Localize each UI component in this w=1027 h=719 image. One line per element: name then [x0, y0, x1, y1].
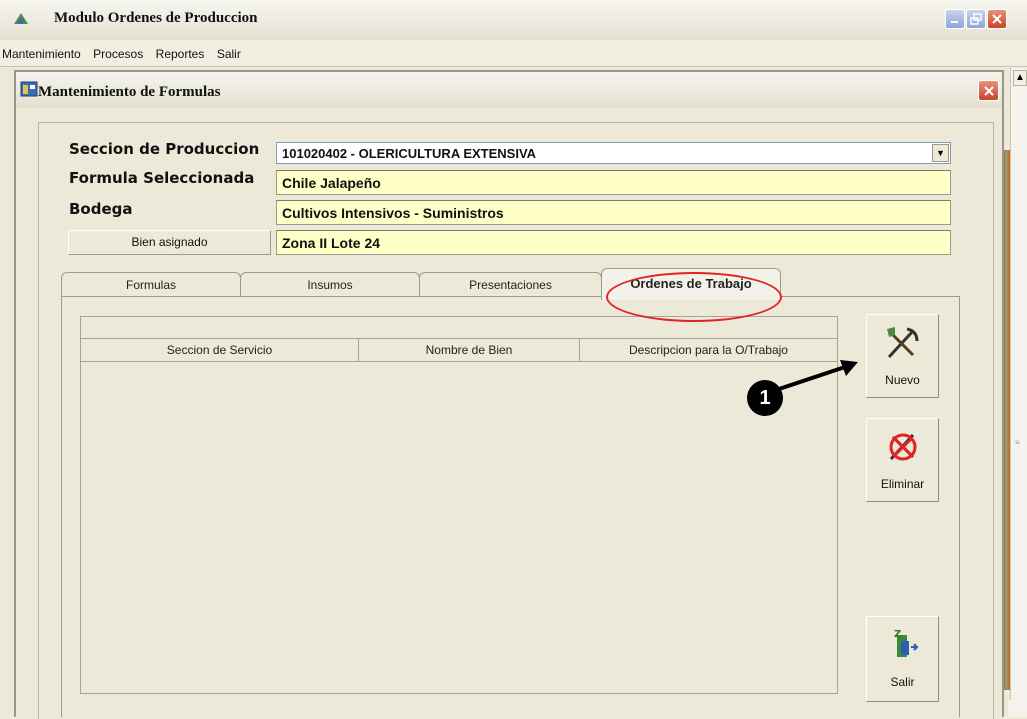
shovel-pick-icon — [887, 327, 919, 359]
bien-asignado-button[interactable]: Bien asignado — [68, 230, 271, 255]
form-window-icon — [20, 81, 38, 97]
close-icon — [992, 14, 1002, 24]
eliminar-button[interactable]: Eliminar — [866, 418, 939, 502]
annotation-arrow-icon — [775, 360, 858, 392]
menu-salir[interactable]: Salir — [213, 40, 245, 66]
minimize-icon — [951, 21, 958, 23]
seccion-dropdown[interactable]: 101020402 - OLERICULTURA EXTENSIVA ▼ — [276, 142, 951, 164]
restore-icon — [970, 13, 982, 25]
bien-field: Zona II Lote 24 — [276, 230, 951, 255]
app-title: Modulo Ordenes de Produccion — [54, 10, 258, 26]
tab-formulas[interactable]: Formulas — [61, 272, 241, 298]
formula-value: Chile Jalapeño — [282, 175, 381, 191]
scroll-grip-icon: ≡ — [1015, 438, 1020, 447]
scroll-corner — [1008, 700, 1027, 717]
chevron-down-icon[interactable]: ▼ — [932, 144, 949, 162]
child-close-button[interactable] — [978, 80, 999, 101]
nuevo-label: Nuevo — [885, 373, 920, 387]
formula-field: Chile Jalapeño — [276, 170, 951, 195]
close-button[interactable] — [987, 9, 1007, 29]
menu-procesos[interactable]: Procesos — [89, 40, 147, 66]
grid-header: Seccion de Servicio Nombre de Bien Descr… — [81, 338, 837, 362]
menu-reportes[interactable]: Reportes — [152, 40, 209, 66]
nuevo-button[interactable]: Nuevo — [866, 314, 939, 398]
minimize-button[interactable] — [945, 9, 965, 29]
eliminar-label: Eliminar — [880, 477, 925, 491]
svg-text:Z: Z — [894, 629, 901, 640]
bodega-label: Bodega — [69, 200, 133, 218]
bodega-field: Cultivos Intensivos - Suministros — [276, 200, 951, 225]
callout-badge: 1 — [747, 380, 783, 416]
app-titlebar: Modulo Ordenes de Produccion — [0, 0, 1027, 41]
tab-insumos[interactable]: Insumos — [240, 272, 420, 298]
outer-scrollbar[interactable]: ▲ ≡ — [1010, 68, 1027, 717]
column-header[interactable]: Seccion de Servicio — [81, 339, 359, 361]
close-icon — [983, 85, 994, 96]
ordenes-grid[interactable]: Seccion de Servicio Nombre de Bien Descr… — [80, 316, 838, 694]
child-titlebar: Mantenimiento de Formulas — [16, 72, 1002, 108]
formula-label: Formula Seleccionada — [69, 169, 255, 187]
child-title: Mantenimiento de Formulas — [38, 84, 221, 100]
app-icon — [14, 13, 28, 24]
scroll-up-arrow-icon[interactable]: ▲ — [1013, 70, 1027, 86]
highlight-circle — [606, 272, 782, 322]
exit-door-icon: Z — [894, 629, 919, 657]
background-window-edge — [1003, 150, 1010, 690]
salir-button[interactable]: Z Salir — [866, 616, 939, 702]
menu-mantenimiento[interactable]: Mantenimiento — [0, 40, 85, 66]
bodega-value: Cultivos Intensivos - Suministros — [282, 205, 504, 221]
menubar: Mantenimiento Procesos Reportes Salir — [0, 40, 1027, 67]
restore-button[interactable] — [966, 9, 986, 29]
seccion-value: 101020402 - OLERICULTURA EXTENSIVA — [282, 146, 537, 161]
seccion-label: Seccion de Produccion — [69, 140, 260, 158]
salir-label: Salir — [890, 675, 915, 689]
tab-presentaciones[interactable]: Presentaciones — [419, 272, 602, 298]
delete-shovel-icon — [889, 433, 917, 461]
bien-value: Zona II Lote 24 — [282, 235, 381, 251]
column-header[interactable]: Nombre de Bien — [359, 339, 580, 361]
